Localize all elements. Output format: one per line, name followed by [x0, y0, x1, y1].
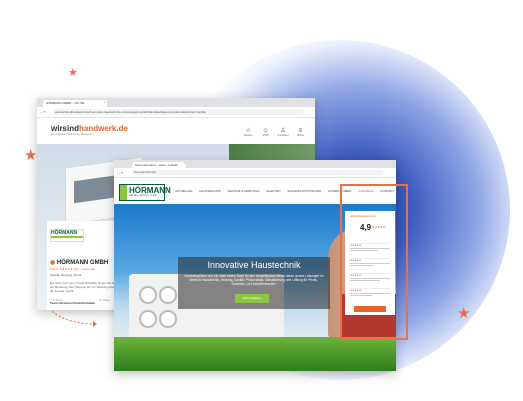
address-bar: ‹ › ↻ www.wirsindhandwerk.de/hoermann-ha… [37, 107, 315, 118]
logo-word: HÖRMANN [129, 186, 171, 195]
nav-label: Merken [243, 134, 253, 137]
nav-label: Profil [262, 134, 269, 137]
nav-label: Anmelden [277, 134, 289, 137]
url-field[interactable]: hoermann-hv.de [132, 170, 384, 175]
new-tab-icon[interactable]: + [184, 161, 186, 165]
location-pin-icon: ◉ [50, 260, 57, 266]
menu-item-aktuelles[interactable]: AKTUELLES [175, 189, 192, 193]
nav-arrows-icon[interactable]: ‹ › ↻ [117, 171, 123, 175]
company-name: ◉ HÖRMANN GMBH [50, 260, 109, 266]
tab-title: Team Hörmann – Haus...tecknik [135, 163, 178, 167]
site-tagline: Die regionale Plattform für Handwerk [51, 133, 92, 136]
browser-tab[interactable]: HÖRMANN GMBH – Ort: Bä... [43, 100, 107, 107]
hero-cta-button[interactable]: Mehr Erfahren [235, 294, 269, 303]
tab-bar: HÖRMANN GMBH – Ort: Bä... + [37, 98, 315, 107]
company-rating[interactable]: 100 % ★★★★★ (15) · Lesen Sie [50, 267, 95, 271]
company-trades: Sanitär, Heizung, Klima [50, 273, 82, 277]
menu-item-service[interactable]: SERVICE & WARTUNG [228, 189, 260, 193]
logo-suffix: handwerk.de [79, 124, 128, 133]
nav-arrows-icon[interactable]: ‹ › ↻ [40, 110, 46, 114]
tab-bar: Team Hörmann – Haus...tecknik + [114, 160, 396, 168]
grass-image [114, 337, 396, 371]
logo-sub: SANITÄR • HEIZUNG • KLIMA [129, 195, 157, 197]
tab-title: HÖRMANN GMBH – Ort: Bä... [46, 101, 87, 105]
highlight-frame [340, 184, 408, 340]
hoermann-logo[interactable]: HÖRMANN SANITÄR • HEIZUNG • KLIMA [119, 184, 171, 201]
company-logo: HÖRMANN [50, 229, 84, 242]
menu-item-haustechnik[interactable]: HAUSTECHNIK [199, 189, 221, 193]
hero-title: Innovative Haustechnik [207, 260, 301, 270]
photo-link[interactable]: ⊙ Foto [53, 298, 80, 302]
star-icon: ★ [68, 67, 78, 79]
hero-text: Kernkompetenz und mit unter einem Dach f… [184, 274, 324, 287]
menu-item-elektro[interactable]: ELEKTRO [267, 189, 281, 193]
url-field[interactable]: www.wirsindhandwerk.de/hoermann-haustech… [53, 109, 305, 115]
star-icon: ★ [24, 147, 38, 164]
hero-textbox: Innovative Haustechnik Kernkompetenz und… [178, 257, 330, 309]
site-header: wirsindhandwerk.de Die regionale Plattfo… [37, 118, 315, 145]
new-tab-icon[interactable]: + [104, 100, 106, 104]
header-nav: ☆ Merken ☺ Profil ♙ Anmelden ≡ Suche [242, 123, 307, 141]
star-icon: ★ [457, 305, 471, 322]
address-bar: ‹ › ↻ hoermann-hv.de [114, 168, 396, 178]
site-logo[interactable]: wirsindhandwerk.de [51, 124, 128, 133]
profile-icon[interactable]: ☺ Profil [259, 128, 272, 137]
bookmark-icon[interactable]: ☆ Merken [242, 127, 255, 137]
menu-item-solar[interactable]: SOLAR/PHOTOVOLTAIK [287, 189, 321, 193]
nav-label: Suche [296, 134, 305, 137]
user-icon[interactable]: ♙ Anmelden [277, 127, 290, 137]
logo-prefix: wirsind [51, 124, 80, 133]
menu-icon[interactable]: ≡ Suche [294, 128, 307, 137]
